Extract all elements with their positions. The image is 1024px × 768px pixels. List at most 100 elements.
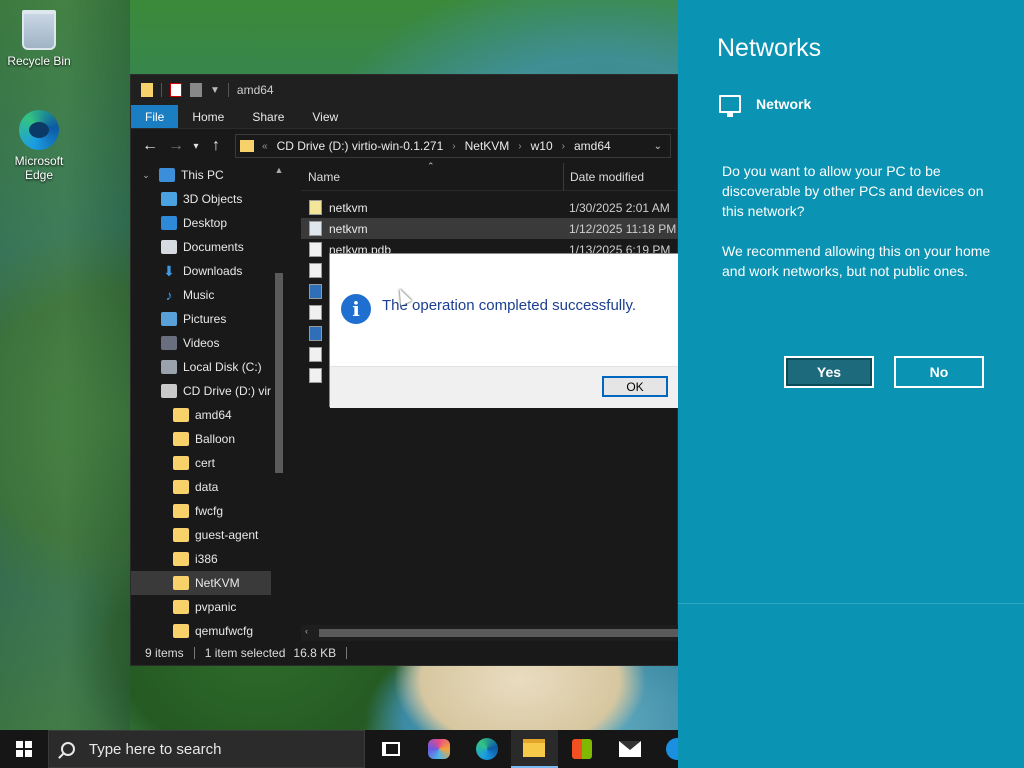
nav-item-label: Documents	[183, 240, 244, 254]
breadcrumb-cd-drive[interactable]: CD Drive (D:) virtio-win-0.1.271	[277, 139, 444, 153]
search-icon	[60, 742, 75, 756]
dialog-body: i The operation completed successfully.	[330, 254, 679, 366]
start-button[interactable]	[0, 730, 48, 768]
file-icon	[309, 263, 322, 278]
nav-item-data[interactable]: data	[131, 475, 287, 499]
nav-item-fwcfg[interactable]: fwcfg	[131, 499, 287, 523]
dialog-message: The operation completed successfully.	[382, 297, 637, 314]
edge-icon	[17, 108, 61, 152]
file-row[interactable]: netkvm 1/12/2025 11:18 PM	[301, 218, 679, 239]
nav-item-cert[interactable]: cert	[131, 451, 287, 475]
desktop-icon-recycle-bin[interactable]: Recycle Bin	[3, 8, 75, 68]
nav-item-local-disk[interactable]: Local Disk (C:)	[131, 355, 287, 379]
properties-icon[interactable]	[170, 83, 182, 97]
divider	[346, 647, 348, 659]
scroll-up-icon[interactable]: ▲	[271, 165, 287, 175]
nav-item-balloon[interactable]: Balloon	[131, 427, 287, 451]
nav-item-label: Desktop	[183, 216, 228, 230]
nav-item-i386[interactable]: i386	[131, 547, 287, 571]
copilot-icon	[427, 739, 450, 759]
task-view-icon	[381, 742, 400, 756]
column-header-date[interactable]: Date modified	[563, 162, 644, 191]
nav-item-label: Videos	[183, 336, 220, 350]
horizontal-scrollbar[interactable]: ‹	[301, 625, 679, 641]
breadcrumb-w10[interactable]: w10	[531, 139, 553, 153]
disk-icon	[161, 360, 177, 374]
yes-button[interactable]: Yes	[783, 355, 875, 389]
nav-item-downloads[interactable]: ⬇ Downloads	[131, 259, 287, 283]
scrollbar-thumb[interactable]	[275, 273, 283, 473]
nav-item-music[interactable]: ♪ Music	[131, 283, 287, 307]
flyout-title: Networks	[717, 34, 822, 62]
cd-drive-icon	[161, 384, 177, 398]
nav-item-cd-drive[interactable]: CD Drive (D:) virt	[131, 379, 287, 403]
forward-button[interactable]: →	[163, 137, 189, 155]
tab-share[interactable]: Share	[238, 105, 298, 128]
ok-button[interactable]: OK	[602, 376, 668, 397]
address-bar[interactable]: « CD Drive (D:) virtio-win-0.1.271 › Net…	[235, 134, 671, 158]
nav-item-amd64[interactable]: amd64	[131, 403, 287, 427]
scroll-left-icon[interactable]: ‹	[305, 626, 308, 636]
taskbar-mail[interactable]	[606, 730, 654, 768]
address-row: ← → ▾ ↑ « CD Drive (D:) virtio-win-0.1.2…	[131, 129, 677, 163]
taskbar-task-view[interactable]	[367, 730, 415, 768]
nav-pane-scrollbar[interactable]: ▲	[271, 163, 287, 643]
window-title: amd64	[236, 83, 274, 97]
store-icon	[572, 739, 593, 759]
back-button[interactable]: ←	[137, 137, 163, 155]
nav-item-videos[interactable]: Videos	[131, 331, 287, 355]
tab-home[interactable]: Home	[178, 105, 238, 128]
nav-item-pvpanic[interactable]: pvpanic	[131, 595, 287, 619]
no-button[interactable]: No	[894, 356, 984, 388]
nav-item-qemufwcfg[interactable]: qemufwcfg	[131, 619, 287, 643]
folder-icon	[173, 576, 189, 590]
dialog-footer: OK	[330, 366, 679, 408]
nav-item-guest-agent[interactable]: guest-agent	[131, 523, 287, 547]
up-button[interactable]: ↑	[203, 137, 229, 155]
nav-item-netkvm[interactable]: NetKVM	[131, 571, 287, 595]
nav-item-label: pvpanic	[195, 600, 237, 614]
discoverable-question: Do you want to allow your PC to be disco…	[722, 163, 984, 219]
chevron-right-icon: ›	[452, 140, 456, 152]
chevron-down-icon[interactable]: ⌄	[139, 170, 153, 181]
folder-icon	[173, 408, 189, 422]
nav-item-desktop[interactable]: Desktop	[131, 211, 287, 235]
title-bar[interactable]: ▼ amd64	[131, 75, 677, 105]
taskbar-file-explorer[interactable]	[510, 730, 559, 768]
breadcrumb-amd64[interactable]: amd64	[574, 139, 611, 153]
file-row[interactable]: netkvm 1/30/2025 2:01 AM	[301, 197, 679, 218]
nav-item-pictures[interactable]: Pictures	[131, 307, 287, 331]
scrollbar-thumb[interactable]	[319, 629, 679, 637]
taskbar-search[interactable]: Type here to search	[47, 730, 365, 768]
new-folder-icon[interactable]	[190, 83, 202, 97]
taskbar-copilot[interactable]	[415, 730, 463, 768]
divider	[193, 647, 195, 659]
taskbar: Type here to search	[0, 730, 679, 768]
chevron-down-icon[interactable]: ⌄	[646, 141, 670, 152]
file-name: netkvm	[329, 221, 368, 236]
ethernet-icon	[719, 95, 741, 117]
3d-objects-icon	[161, 192, 177, 206]
music-icon: ♪	[165, 287, 173, 303]
nav-item-label: guest-agent	[195, 528, 259, 542]
nav-item-this-pc[interactable]: ⌄ This PC	[131, 163, 287, 187]
ribbon: File Home Share View	[131, 105, 677, 129]
taskbar-store[interactable]	[558, 730, 606, 768]
nav-item-label: Music	[183, 288, 215, 302]
tab-view[interactable]: View	[298, 105, 352, 128]
divider	[161, 83, 162, 97]
recent-locations-icon[interactable]: ▾	[189, 141, 203, 152]
selection-count: 1 item selected	[204, 646, 286, 660]
tab-file[interactable]: File	[131, 105, 179, 128]
folder-icon	[173, 504, 189, 518]
taskbar-app-partial-icon[interactable]	[666, 738, 679, 760]
quick-access-dropdown-icon[interactable]: ▼	[210, 85, 220, 96]
item-count: 9 items	[145, 646, 184, 660]
divider	[227, 83, 229, 97]
taskbar-edge[interactable]	[463, 730, 511, 768]
desktop-icon-edge[interactable]: Microsoft Edge	[3, 108, 75, 182]
edge-icon	[475, 738, 498, 760]
nav-item-3d-objects[interactable]: 3D Objects	[131, 187, 287, 211]
nav-item-documents[interactable]: Documents	[131, 235, 287, 259]
breadcrumb-netkvm[interactable]: NetKVM	[465, 139, 510, 153]
